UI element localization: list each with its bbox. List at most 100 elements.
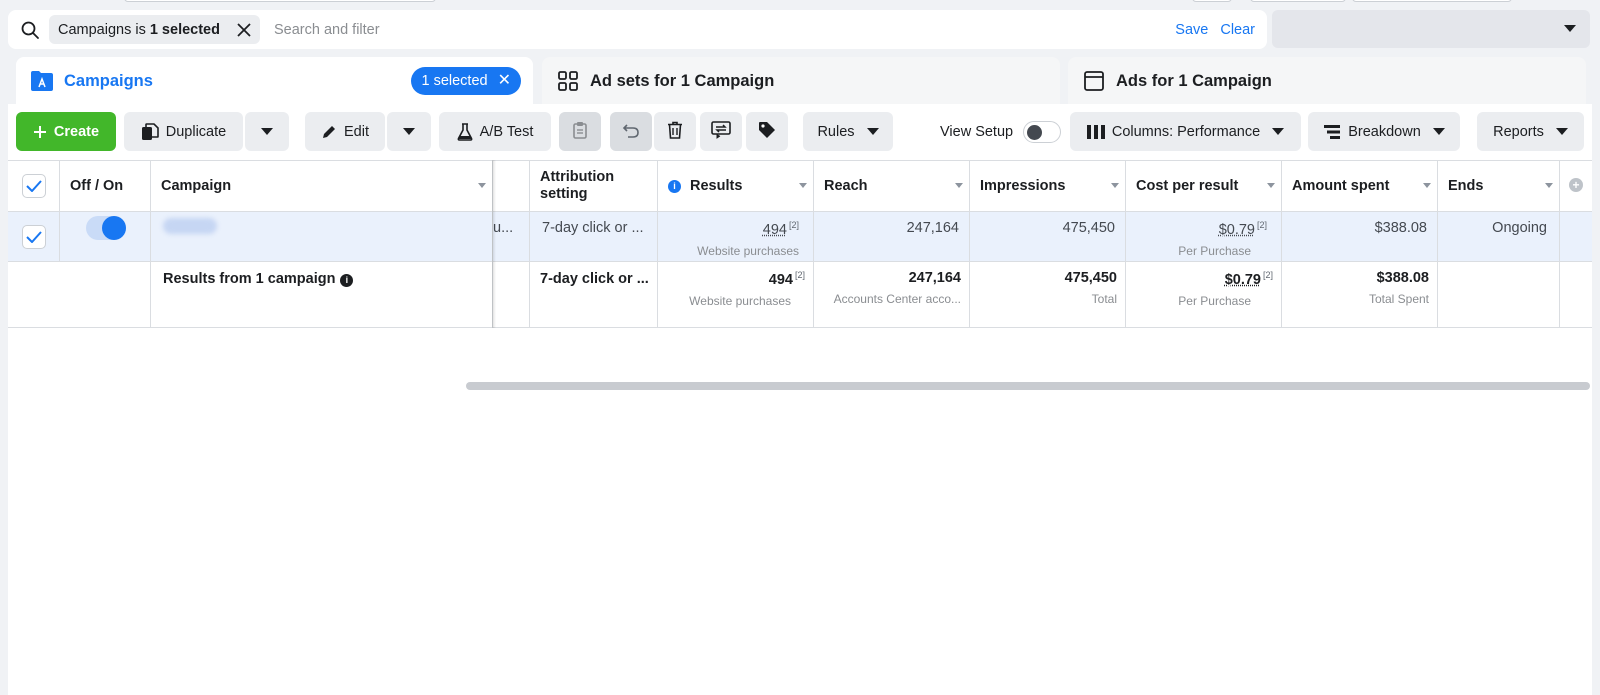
edit-menu-button[interactable] xyxy=(387,112,431,151)
reports-button[interactable]: Reports xyxy=(1477,112,1584,151)
totals-cost-per-result[interactable]: $0.79 xyxy=(1225,272,1261,288)
select-all-checkbox[interactable] xyxy=(22,174,46,198)
row-results[interactable]: 494 xyxy=(763,222,787,238)
trash-icon xyxy=(667,121,683,143)
create-button[interactable]: Create xyxy=(16,112,116,151)
filter-chip[interactable]: Campaigns is 1 selected xyxy=(49,15,260,44)
row-amount-spent: $388.08 xyxy=(1374,220,1427,236)
date-range-select[interactable] xyxy=(1272,10,1590,48)
row-select-cell xyxy=(8,212,60,261)
header-amount-label: Amount spent xyxy=(1292,178,1390,194)
edit-button[interactable]: Edit xyxy=(305,112,385,151)
row-ends-cell: Ongoing xyxy=(1438,212,1560,261)
row-toggle-cell xyxy=(60,212,151,261)
row-results-sub: Website purchases xyxy=(697,244,799,258)
columns-button[interactable]: Columns: Performance xyxy=(1070,112,1301,151)
sort-icon[interactable] xyxy=(1423,183,1431,188)
header-campaign-label: Campaign xyxy=(161,178,232,194)
previous-control-edge xyxy=(1352,0,1512,2)
ab-test-button[interactable]: A/B Test xyxy=(439,112,551,151)
header-hidden-column xyxy=(493,161,530,211)
close-icon[interactable] xyxy=(234,20,254,40)
header-amount-spent[interactable]: Amount spent xyxy=(1282,161,1438,211)
totals-label-cell: Results from 1 campaign i xyxy=(151,262,493,327)
totals-spacer-cell xyxy=(8,262,151,327)
header-results[interactable]: i Results xyxy=(658,161,814,211)
header-campaign[interactable]: Campaign xyxy=(151,161,493,211)
header-ends[interactable]: Ends xyxy=(1438,161,1560,211)
chevron-down-icon xyxy=(1555,128,1568,135)
totals-cost-sub: Per Purchase xyxy=(1178,294,1251,308)
tag-button[interactable] xyxy=(746,112,788,151)
totals-reach: 247,164 xyxy=(908,270,961,286)
row-checkbox[interactable] xyxy=(22,225,46,249)
header-impressions-label: Impressions xyxy=(980,178,1066,194)
totals-cost-note: [2] xyxy=(1262,270,1273,280)
columns-label: Columns: Performance xyxy=(1111,123,1261,140)
selected-count-text: 1 selected xyxy=(421,73,488,89)
header-results-label: Results xyxy=(690,178,743,194)
info-icon[interactable]: i xyxy=(668,179,681,193)
undo-button[interactable] xyxy=(610,112,652,151)
totals-impressions-cell: 475,450 Total xyxy=(970,262,1126,327)
tab-ads[interactable]: Ads for 1 Campaign xyxy=(1068,57,1586,105)
row-reach-cell: 247,164 xyxy=(814,212,970,261)
row-campaign-cell[interactable] xyxy=(151,212,493,261)
sort-icon[interactable] xyxy=(1111,183,1119,188)
campaign-status-toggle[interactable] xyxy=(86,216,126,240)
sort-icon[interactable] xyxy=(478,183,486,188)
breakdown-button[interactable]: Breakdown xyxy=(1308,112,1460,151)
reports-label: Reports xyxy=(1493,123,1544,140)
ad-window-icon xyxy=(1082,69,1106,93)
header-cost-per-result[interactable]: Cost per result xyxy=(1126,161,1282,211)
delete-button[interactable] xyxy=(654,112,696,151)
chevron-down-icon xyxy=(261,128,273,135)
chevron-down-icon xyxy=(866,128,879,135)
selected-count-pill[interactable]: 1 selected ✕ xyxy=(411,67,521,95)
totals-amount-sub: Total Spent xyxy=(1368,292,1429,306)
clipboard-button[interactable] xyxy=(559,112,601,151)
table-header-row: Off / On Campaign Attribution setting iR… xyxy=(8,160,1592,212)
rules-button[interactable]: Rules xyxy=(803,112,893,151)
header-select-cell xyxy=(8,161,60,211)
header-impressions[interactable]: Impressions xyxy=(970,161,1126,211)
search-input[interactable] xyxy=(273,21,1176,38)
header-attribution[interactable]: Attribution setting xyxy=(530,161,658,211)
view-setup: View Setup xyxy=(940,121,1062,143)
tab-ad-sets[interactable]: Ad sets for 1 Campaign xyxy=(542,57,1060,105)
tab-campaigns[interactable]: Campaigns 1 selected ✕ xyxy=(16,57,533,105)
folder-icon xyxy=(30,69,54,93)
totals-attribution-cell: 7-day click or ... xyxy=(530,262,658,327)
sort-icon[interactable] xyxy=(1545,183,1553,188)
totals-cost-cell: $0.79 [2] Per Purchase xyxy=(1126,262,1282,327)
rules-label: Rules xyxy=(817,123,855,140)
edit-label: Edit xyxy=(344,123,369,140)
add-column-icon[interactable]: + xyxy=(1569,178,1583,192)
totals-hidden-cell xyxy=(493,262,530,327)
export-button[interactable] xyxy=(700,112,742,151)
campaign-name-redacted[interactable] xyxy=(163,218,217,234)
row-amount-cell: $388.08 xyxy=(1282,212,1438,261)
sort-icon[interactable] xyxy=(799,183,807,188)
clipboard-icon xyxy=(572,121,588,143)
header-reach[interactable]: Reach xyxy=(814,161,970,211)
sort-icon[interactable] xyxy=(955,183,963,188)
duplicate-menu-button[interactable] xyxy=(245,112,289,151)
table-row[interactable]: u... 7-day click or ... 494 [2] Website p… xyxy=(8,212,1592,262)
close-icon[interactable]: ✕ xyxy=(498,73,511,89)
duplicate-button[interactable]: Duplicate xyxy=(124,112,243,151)
horizontal-scrollbar[interactable] xyxy=(466,382,1590,390)
columns-icon xyxy=(1086,124,1105,140)
filter-chip-value: 1 selected xyxy=(149,21,220,38)
row-cost-per-result[interactable]: $0.79 xyxy=(1219,222,1255,238)
save-filter-link[interactable]: Save xyxy=(1175,22,1208,38)
row-cost-note: [2] xyxy=(1256,220,1267,230)
info-icon[interactable]: i xyxy=(340,273,354,287)
row-attribution: 7-day click or ... xyxy=(542,220,644,236)
sort-icon[interactable] xyxy=(1267,183,1275,188)
view-setup-toggle[interactable] xyxy=(1023,121,1062,143)
add-column-cell: + xyxy=(1560,161,1592,211)
row-results-cell: 494 [2] Website purchases xyxy=(658,212,814,261)
header-off-on: Off / On xyxy=(60,161,151,211)
clear-filter-link[interactable]: Clear xyxy=(1220,22,1255,38)
